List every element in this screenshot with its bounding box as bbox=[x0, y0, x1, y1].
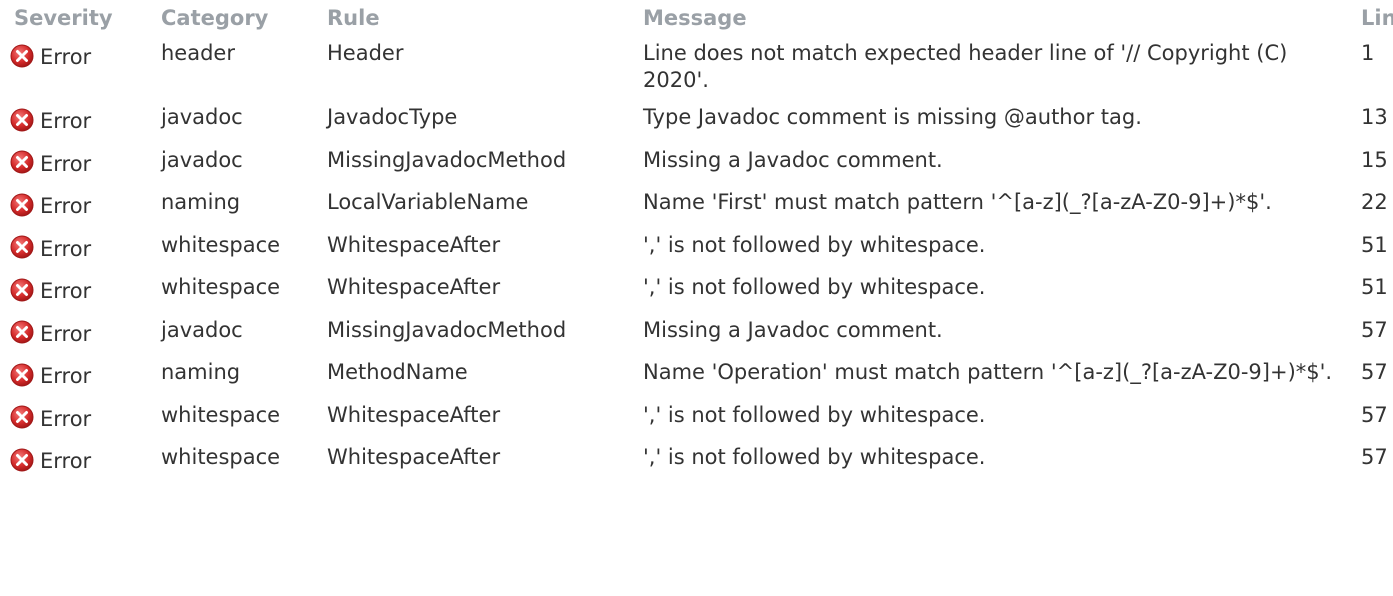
line-cell: 13 bbox=[1361, 105, 1388, 129]
table-row: Error whitespace WhitespaceAfter ',' is … bbox=[0, 228, 1393, 271]
rule-cell: WhitespaceAfter bbox=[327, 232, 501, 257]
severity-label: Error bbox=[40, 151, 92, 176]
severity-label: Error bbox=[40, 194, 92, 218]
message-cell: ',' is not followed by whitespace. bbox=[643, 402, 986, 427]
severity-cell: Error bbox=[0, 100, 155, 143]
severity-cell: Error bbox=[0, 270, 155, 313]
severity-label: Error bbox=[40, 45, 92, 69]
severity-label: Error bbox=[40, 406, 92, 431]
line-cell: 51 bbox=[1361, 275, 1388, 299]
category-cell: whitespace bbox=[161, 275, 281, 299]
line-cell: 57 bbox=[1361, 317, 1388, 342]
line-cell: 51 bbox=[1361, 232, 1388, 257]
severity-cell: Error bbox=[0, 355, 155, 398]
error-icon bbox=[10, 150, 34, 174]
rule-cell: MissingJavadocMethod bbox=[327, 147, 567, 172]
category-cell: javadoc bbox=[161, 317, 243, 342]
message-cell: Name 'First' must match pattern '^[a-z](… bbox=[643, 190, 1272, 214]
column-header-line[interactable]: Line bbox=[1361, 0, 1393, 36]
header-row: Severity Category Rule Message Line bbox=[0, 0, 1393, 36]
severity-label: Error bbox=[40, 279, 92, 303]
category-cell: naming bbox=[161, 190, 241, 214]
column-header-severity[interactable]: Severity bbox=[0, 0, 155, 36]
message-cell: ',' is not followed by whitespace. bbox=[643, 445, 986, 469]
rule-cell: LocalVariableName bbox=[327, 190, 529, 214]
line-cell: 1 bbox=[1361, 41, 1375, 65]
table-row: Error whitespace WhitespaceAfter ',' is … bbox=[0, 270, 1393, 313]
table-row: Error javadoc MissingJavadocMethod Missi… bbox=[0, 313, 1393, 356]
severity-cell: Error bbox=[0, 398, 155, 441]
severity-cell: Error bbox=[0, 36, 155, 100]
table-row: Error header Header Line does not match … bbox=[0, 36, 1393, 100]
severity-label: Error bbox=[40, 109, 92, 133]
rule-cell: WhitespaceAfter bbox=[327, 402, 501, 427]
error-icon bbox=[10, 44, 34, 68]
category-cell: javadoc bbox=[161, 105, 243, 129]
line-cell: 57 bbox=[1361, 445, 1388, 469]
line-cell: 15 bbox=[1361, 147, 1388, 172]
table-row: Error javadoc JavadocType Type Javadoc c… bbox=[0, 100, 1393, 143]
severity-label: Error bbox=[40, 364, 92, 388]
message-cell: Type Javadoc comment is missing @author … bbox=[643, 105, 1142, 129]
category-cell: whitespace bbox=[161, 445, 281, 469]
message-cell: ',' is not followed by whitespace. bbox=[643, 275, 986, 299]
table-header: Severity Category Rule Message Line bbox=[0, 0, 1393, 36]
table-row: Error naming MethodName Name 'Operation'… bbox=[0, 355, 1393, 398]
severity-label: Error bbox=[40, 449, 92, 473]
error-icon bbox=[10, 320, 34, 344]
rule-cell: MissingJavadocMethod bbox=[327, 317, 567, 342]
message-cell: Name 'Operation' must match pattern '^[a… bbox=[643, 360, 1333, 384]
message-cell: Line does not match expected header line… bbox=[643, 41, 1288, 92]
category-cell: javadoc bbox=[161, 147, 243, 172]
category-cell: naming bbox=[161, 360, 241, 384]
error-icon bbox=[10, 193, 34, 217]
error-icon bbox=[10, 235, 34, 259]
severity-label: Error bbox=[40, 321, 92, 346]
severity-cell: Error bbox=[0, 440, 155, 483]
category-cell: header bbox=[161, 41, 235, 65]
checkstyle-report-table: Severity Category Rule Message Lin e bbox=[0, 0, 1393, 483]
rule-cell: MethodName bbox=[327, 360, 468, 384]
table-body: Error header Header Line does not match … bbox=[0, 36, 1393, 483]
category-cell: whitespace bbox=[161, 232, 281, 257]
rule-cell: JavadocType bbox=[327, 105, 458, 129]
severity-cell: Error bbox=[0, 185, 155, 228]
error-icon bbox=[10, 448, 34, 472]
column-header-message[interactable]: Message bbox=[637, 0, 1361, 36]
line-cell: 57 bbox=[1361, 360, 1388, 384]
rule-cell: Header bbox=[327, 41, 404, 65]
message-cell: Missing a Javadoc comment. bbox=[643, 317, 943, 342]
severity-label: Error bbox=[40, 236, 92, 261]
severity-cell: Error bbox=[0, 228, 155, 271]
table-row: Error whitespace WhitespaceAfter ',' is … bbox=[0, 440, 1393, 483]
message-cell: Missing a Javadoc comment. bbox=[643, 147, 943, 172]
message-cell: ',' is not followed by whitespace. bbox=[643, 232, 986, 257]
error-icon bbox=[10, 405, 34, 429]
category-cell: whitespace bbox=[161, 402, 281, 427]
table-row: Error whitespace WhitespaceAfter ',' is … bbox=[0, 398, 1393, 441]
table-row: Error javadoc MissingJavadocMethod Missi… bbox=[0, 143, 1393, 186]
error-icon bbox=[10, 363, 34, 387]
severity-cell: Error bbox=[0, 313, 155, 356]
rule-cell: WhitespaceAfter bbox=[327, 275, 501, 299]
table-row: Error naming LocalVariableName Name 'Fir… bbox=[0, 185, 1393, 228]
error-icon bbox=[10, 108, 34, 132]
column-header-category[interactable]: Category bbox=[155, 0, 321, 36]
error-icon bbox=[10, 278, 34, 302]
line-cell: 57 bbox=[1361, 402, 1388, 427]
severity-cell: Error bbox=[0, 143, 155, 186]
column-header-rule[interactable]: Rule bbox=[321, 0, 637, 36]
rule-cell: WhitespaceAfter bbox=[327, 445, 501, 469]
line-cell: 22 bbox=[1361, 190, 1388, 214]
